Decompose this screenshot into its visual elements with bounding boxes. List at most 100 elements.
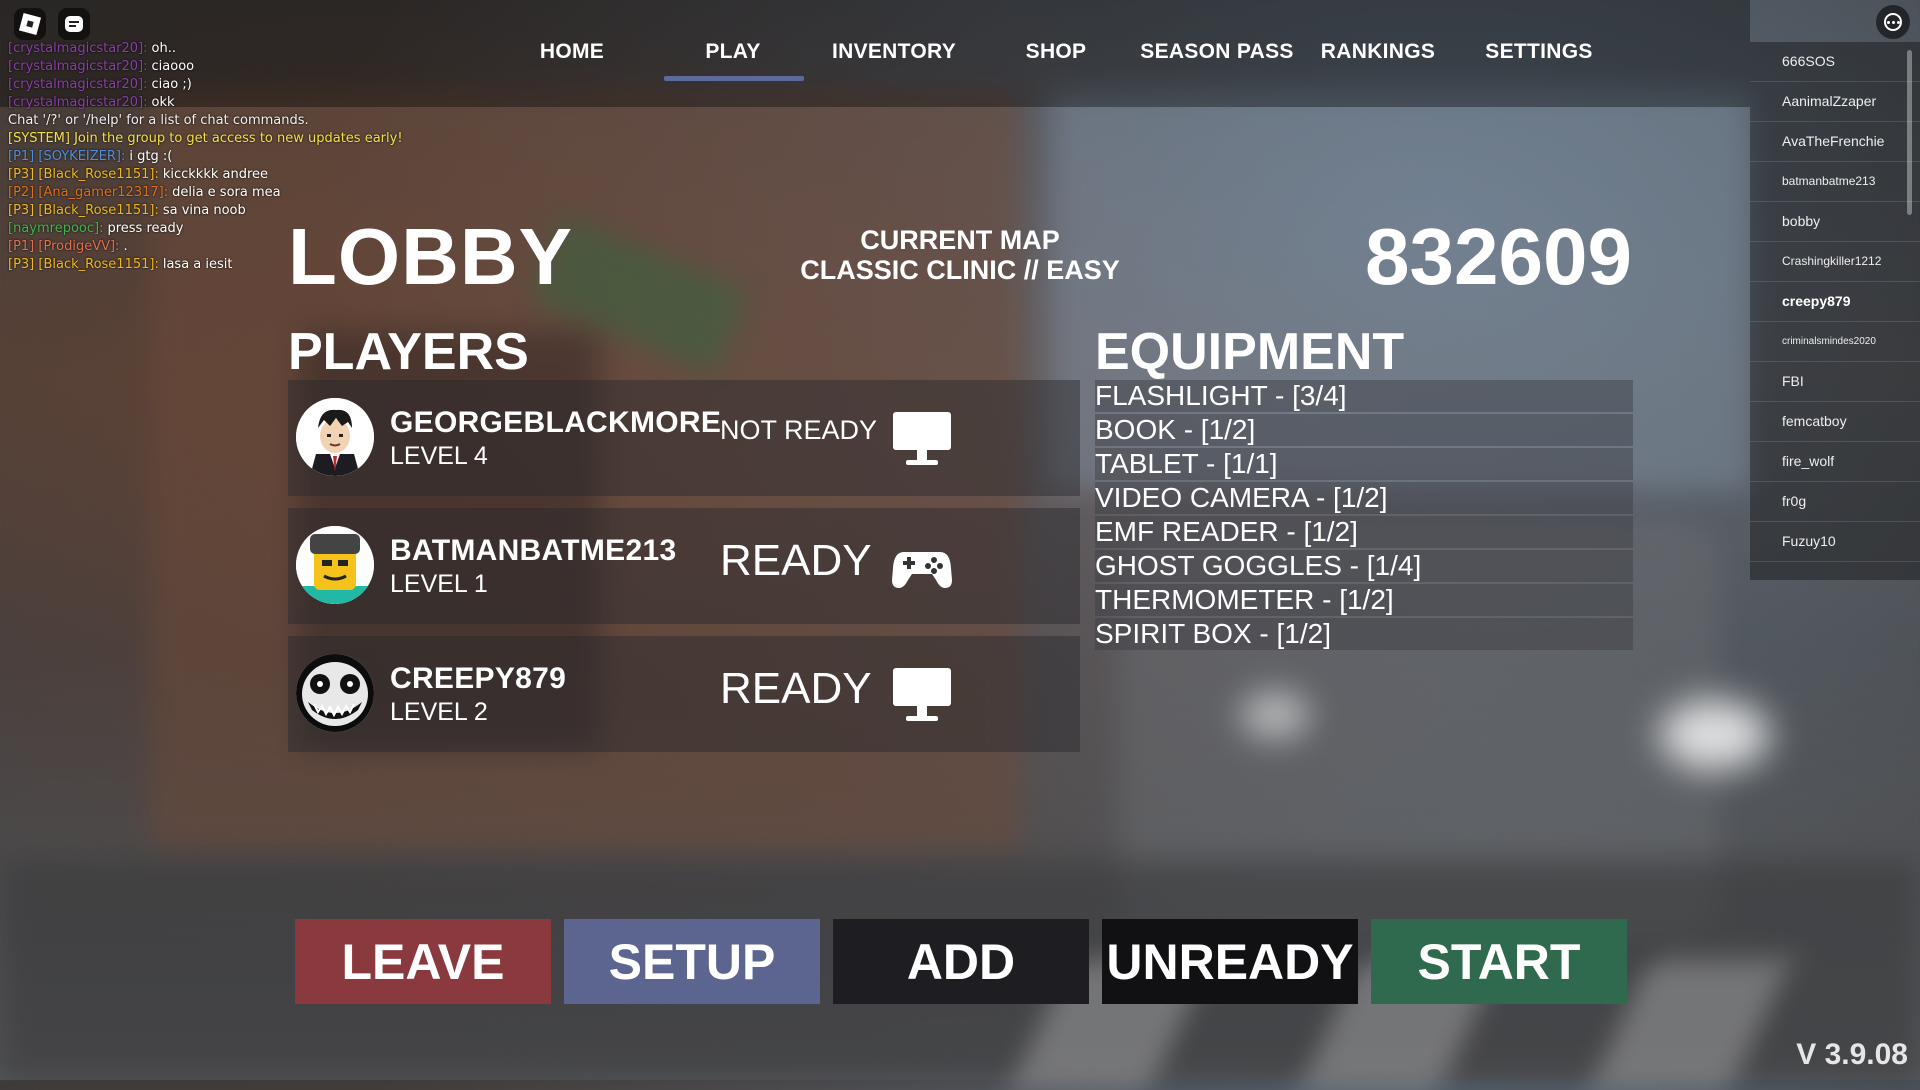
version-label: V 3.9.08: [1796, 1038, 1908, 1071]
player-avatar: [296, 654, 374, 732]
monitor-icon: [892, 410, 952, 473]
chat-message: [P2] [Ana_gamer12317]: delia e sora mea: [8, 184, 428, 202]
nav-shop[interactable]: SHOP: [1026, 40, 1087, 64]
chat-message: [P3] [Black_Rose1151]: kicckkkk andree: [8, 166, 428, 184]
nav-play[interactable]: PLAY: [705, 40, 760, 64]
chat-toggle-button[interactable]: [58, 8, 90, 40]
gamepad-icon: [892, 538, 952, 601]
monitor-icon: [892, 666, 952, 729]
chat-sender[interactable]: [naymrepooc]:: [8, 221, 103, 236]
equipment-item: BOOK - [1/2]: [1095, 414, 1633, 446]
chat-message: [SYSTEM] Join the group to get access to…: [8, 130, 428, 148]
chat-sender[interactable]: [P2] [Ana_gamer12317]:: [8, 185, 168, 200]
nav-season-pass[interactable]: SEASON PASS: [1140, 40, 1293, 64]
equipment-item: VIDEO CAMERA - [1/2]: [1095, 482, 1633, 514]
chat-text: okk: [151, 95, 175, 110]
player-list-item[interactable]: bobby: [1750, 202, 1920, 242]
chat-message: Chat '/?' or '/help' for a list of chat …: [8, 112, 428, 130]
chat-sender[interactable]: [crystalmagicstar20]:: [8, 41, 148, 56]
player-list-item[interactable]: AanimalZzaper: [1750, 82, 1920, 122]
chat-text: oh..: [151, 41, 176, 56]
more-icon: [1884, 13, 1902, 31]
nav-rankings[interactable]: RANKINGS: [1321, 40, 1435, 64]
equipment-item: TABLET - [1/1]: [1095, 448, 1633, 480]
chat-sender[interactable]: [P3] [Black_Rose1151]:: [8, 167, 159, 182]
player-list-item[interactable]: creepy879: [1750, 282, 1920, 322]
lobby-code: 832609: [1365, 212, 1632, 301]
chat-sender[interactable]: [P3] [Black_Rose1151]:: [8, 203, 159, 218]
chat-message: [P1] [SOYKEIZER]: i gtg :(: [8, 148, 428, 166]
add-button[interactable]: ADD: [833, 919, 1089, 1004]
player-list-item[interactable]: fire_wolf: [1750, 442, 1920, 482]
background-headlight: [1240, 690, 1310, 740]
player-list-item[interactable]: FBI: [1750, 362, 1920, 402]
equipment-item: EMF READER - [1/2]: [1095, 516, 1633, 548]
player-list-scrollbar[interactable]: [1907, 50, 1912, 215]
player-list-item[interactable]: criminalsmindes2020: [1750, 322, 1920, 362]
chat-message: [crystalmagicstar20]: ciao ;): [8, 76, 428, 94]
equipment-item: FLASHLIGHT - [3/4]: [1095, 380, 1633, 412]
equipment-list: FLASHLIGHT - [3/4] BOOK - [1/2] TABLET -…: [1095, 380, 1633, 652]
player-list-item[interactable]: Crashingkiller1212: [1750, 242, 1920, 282]
equipment-item: THERMOMETER - [1/2]: [1095, 584, 1633, 616]
chat-text: i gtg :(: [129, 149, 173, 164]
roblox-logo-icon: [18, 12, 42, 36]
leave-button[interactable]: LEAVE: [295, 919, 551, 1004]
chat-sender[interactable]: [P3] [Black_Rose1151]:: [8, 257, 159, 272]
chat-text: lasa a iesit: [162, 257, 233, 272]
nav-home[interactable]: HOME: [540, 40, 604, 64]
chat-text: delia e sora mea: [172, 185, 281, 200]
players-heading: PLAYERS: [288, 323, 529, 381]
nav-active-indicator: [664, 76, 804, 81]
chat-text: Chat '/?' or '/help' for a list of chat …: [8, 113, 309, 128]
player-name: BATMANBATME213: [390, 534, 677, 567]
player-list-item[interactable]: Fuzuy10: [1750, 522, 1920, 562]
chat-text: kicckkkk andree: [162, 167, 269, 182]
setup-button[interactable]: SETUP: [564, 919, 820, 1004]
player-list-item[interactable]: 666SOS: [1750, 42, 1920, 82]
player-status: READY: [720, 664, 872, 713]
chat-sender[interactable]: [P1] [SOYKEIZER]:: [8, 149, 125, 164]
chat-sender[interactable]: [crystalmagicstar20]:: [8, 59, 148, 74]
chat-text: sa vina noob: [162, 203, 246, 218]
current-map-name: CLASSIC CLINIC // EASY: [800, 255, 1120, 285]
nav-settings[interactable]: SETTINGS: [1485, 40, 1592, 64]
player-avatar: [296, 398, 374, 476]
player-level: LEVEL 4: [390, 442, 488, 470]
player-row: BATMANBATME213 LEVEL 1 READY: [288, 508, 1080, 624]
roblox-menu-button[interactable]: [14, 8, 46, 40]
player-list-item[interactable]: femcatboy: [1750, 402, 1920, 442]
player-level: LEVEL 1: [390, 570, 488, 598]
start-button[interactable]: START: [1371, 919, 1627, 1004]
lobby-title: LOBBY: [288, 212, 573, 301]
player-name: CREEPY879: [390, 662, 567, 695]
background-headlight: [1660, 700, 1770, 770]
player-row: GEORGEBLACKMORE LEVEL 4 NOT READY: [288, 380, 1080, 496]
nav-inventory[interactable]: INVENTORY: [832, 40, 956, 64]
chat-text: press ready: [107, 221, 184, 236]
chat-sender[interactable]: [crystalmagicstar20]:: [8, 77, 148, 92]
player-name: GEORGEBLACKMORE: [390, 406, 722, 439]
player-list-item[interactable]: AvaTheFrenchie: [1750, 122, 1920, 162]
player-status: READY: [720, 536, 872, 585]
server-player-list: 666SOS AanimalZzaper AvaTheFrenchie batm…: [1750, 42, 1920, 580]
player-status: NOT READY: [720, 415, 878, 445]
chat-icon: [65, 16, 83, 32]
chat-text: ciaooo: [151, 59, 195, 74]
chat-message: [crystalmagicstar20]: okk: [8, 94, 428, 112]
chat-sender[interactable]: [crystalmagicstar20]:: [8, 95, 148, 110]
unready-button[interactable]: UNREADY: [1102, 919, 1358, 1004]
player-list-item[interactable]: fr0g: [1750, 482, 1920, 522]
chat-text: ciao ;): [151, 77, 192, 92]
chat-text: [SYSTEM] Join the group to get access to…: [8, 131, 403, 146]
chat-message: [crystalmagicstar20]: ciaooo: [8, 58, 428, 76]
player-level: LEVEL 2: [390, 698, 488, 726]
equipment-item: GHOST GOGGLES - [1/4]: [1095, 550, 1633, 582]
current-map-label: CURRENT MAP: [860, 225, 1060, 255]
more-options-button[interactable]: [1876, 5, 1910, 39]
player-list-item[interactable]: batmanbatme213: [1750, 162, 1920, 202]
current-map-panel: CURRENT MAP CLASSIC CLINIC // EASY: [710, 225, 1210, 285]
chat-sender[interactable]: [P1] [ProdigeVV]:: [8, 239, 119, 254]
player-avatar: [296, 526, 374, 604]
equipment-heading: EQUIPMENT: [1095, 323, 1405, 381]
